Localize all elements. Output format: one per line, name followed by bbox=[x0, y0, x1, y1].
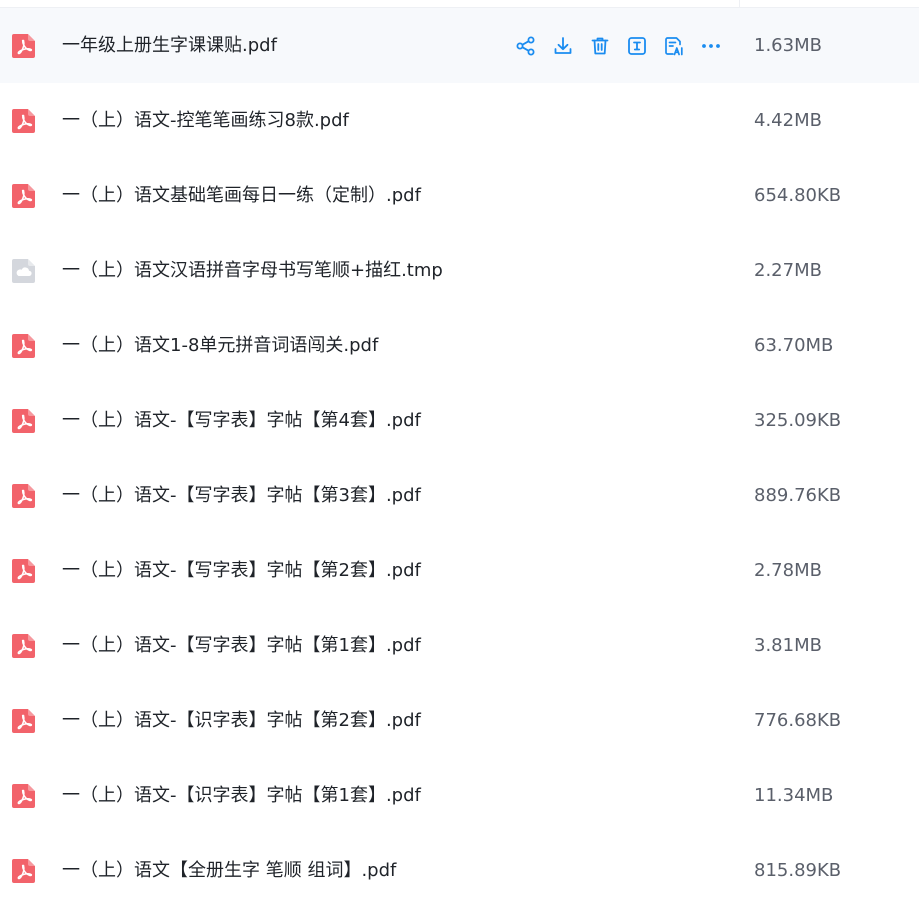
file-list: 一年级上册生字课课贴.pdf 1.63MB 一（上）语文-控笔笔画练习8款.pd… bbox=[0, 8, 919, 908]
cloud-file-icon bbox=[10, 257, 38, 285]
file-size: 2.27MB bbox=[754, 260, 822, 281]
file-row[interactable]: 一（上）语文1-8单元拼音词语闯关.pdf 63.70MB bbox=[0, 308, 919, 383]
file-row[interactable]: 一（上）语文-【写字表】字帖【第3套】.pdf 889.76KB bbox=[0, 458, 919, 533]
file-name[interactable]: 一年级上册生字课课贴.pdf bbox=[62, 8, 277, 83]
pdf-icon bbox=[10, 332, 38, 360]
delete-icon[interactable] bbox=[588, 34, 612, 58]
pdf-icon bbox=[10, 632, 38, 660]
pdf-icon bbox=[10, 707, 38, 735]
file-row[interactable]: 一（上）语文-【写字表】字帖【第4套】.pdf 325.09KB bbox=[0, 383, 919, 458]
file-row[interactable]: 一（上）语文基础笔画每日一练（定制）.pdf 654.80KB bbox=[0, 158, 919, 233]
row-action-toolbar bbox=[514, 33, 736, 59]
column-separator bbox=[739, 0, 740, 8]
pdf-icon bbox=[10, 182, 38, 210]
file-name[interactable]: 一（上）语文-【识字表】字帖【第2套】.pdf bbox=[62, 683, 421, 758]
file-name[interactable]: 一（上）语文1-8单元拼音词语闯关.pdf bbox=[62, 308, 378, 383]
file-size: 776.68KB bbox=[754, 710, 842, 731]
file-size: 3.81MB bbox=[754, 635, 822, 656]
file-row[interactable]: 一年级上册生字课课贴.pdf 1.63MB bbox=[0, 8, 919, 83]
file-name[interactable]: 一（上）语文-【写字表】字帖【第1套】.pdf bbox=[62, 608, 421, 683]
pdf-icon bbox=[10, 32, 38, 60]
file-name[interactable]: 一（上）语文汉语拼音字母书写笔顺+描红.tmp bbox=[62, 233, 443, 308]
file-row[interactable]: 一（上）语文-【识字表】字帖【第2套】.pdf 776.68KB bbox=[0, 683, 919, 758]
download-icon[interactable] bbox=[551, 34, 575, 58]
file-size: 815.89KB bbox=[754, 860, 842, 881]
pdf-icon bbox=[10, 107, 38, 135]
file-name[interactable]: 一（上）语文【全册生字 笔顺 组词】.pdf bbox=[62, 833, 396, 908]
file-size: 889.76KB bbox=[754, 485, 842, 506]
file-size: 2.78MB bbox=[754, 560, 822, 581]
file-size: 1.63MB bbox=[754, 35, 822, 56]
list-header-border bbox=[0, 0, 919, 8]
pdf-icon bbox=[10, 407, 38, 435]
pdf-icon bbox=[10, 557, 38, 585]
file-row[interactable]: 一（上）语文汉语拼音字母书写笔顺+描红.tmp 2.27MB bbox=[0, 233, 919, 308]
file-row[interactable]: 一（上）语文-【识字表】字帖【第1套】.pdf 11.34MB bbox=[0, 758, 919, 833]
rename-icon[interactable] bbox=[625, 34, 649, 58]
file-row[interactable]: 一（上）语文-控笔笔画练习8款.pdf 4.42MB bbox=[0, 83, 919, 158]
file-name[interactable]: 一（上）语文-控笔笔画练习8款.pdf bbox=[62, 83, 349, 158]
file-size: 11.34MB bbox=[754, 785, 834, 806]
pdf-icon bbox=[10, 482, 38, 510]
pdf-icon bbox=[10, 782, 38, 810]
more-icon[interactable] bbox=[699, 34, 723, 58]
file-row[interactable]: 一（上）语文【全册生字 笔顺 组词】.pdf 815.89KB bbox=[0, 833, 919, 908]
pdf-icon bbox=[10, 857, 38, 885]
file-name[interactable]: 一（上）语文-【写字表】字帖【第3套】.pdf bbox=[62, 458, 421, 533]
file-name[interactable]: 一（上）语文-【写字表】字帖【第2套】.pdf bbox=[62, 533, 421, 608]
ai-summary-icon[interactable] bbox=[662, 34, 686, 58]
file-name[interactable]: 一（上）语文-【识字表】字帖【第1套】.pdf bbox=[62, 758, 421, 833]
file-row[interactable]: 一（上）语文-【写字表】字帖【第1套】.pdf 3.81MB bbox=[0, 608, 919, 683]
share-icon[interactable] bbox=[514, 34, 538, 58]
file-size: 325.09KB bbox=[754, 410, 842, 431]
file-size: 654.80KB bbox=[754, 185, 842, 206]
file-name[interactable]: 一（上）语文-【写字表】字帖【第4套】.pdf bbox=[62, 383, 421, 458]
file-name[interactable]: 一（上）语文基础笔画每日一练（定制）.pdf bbox=[62, 158, 421, 233]
file-size: 4.42MB bbox=[754, 110, 822, 131]
file-size: 63.70MB bbox=[754, 335, 834, 356]
file-row[interactable]: 一（上）语文-【写字表】字帖【第2套】.pdf 2.78MB bbox=[0, 533, 919, 608]
